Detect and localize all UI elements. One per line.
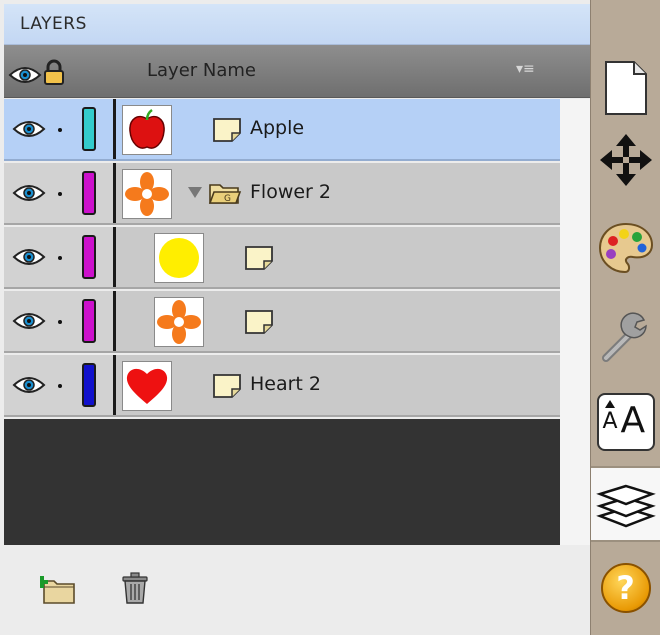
layers-panel: LAYERS Layer Name ▾≡ Apple G Flower 2 Heart…: [0, 0, 590, 635]
layer-color-swatch[interactable]: [82, 299, 96, 343]
size-up-arrow-icon: [604, 400, 615, 408]
layer-row[interactable]: Heart 2: [4, 355, 560, 417]
panel-title-bar: LAYERS: [4, 4, 590, 45]
layer-controls: [4, 99, 116, 159]
help-button[interactable]: ?: [591, 556, 660, 620]
move-arrows-icon: [599, 134, 652, 186]
eye-icon[interactable]: [8, 65, 42, 85]
toolbar-separator: [591, 540, 660, 542]
layer-color-swatch[interactable]: [82, 363, 96, 407]
new-folder-icon[interactable]: [40, 573, 78, 605]
layer-color-swatch[interactable]: [82, 235, 96, 279]
column-header: Layer Name ▾≡: [4, 45, 590, 98]
layer-row[interactable]: [4, 291, 560, 353]
layer-list-empty-area: [4, 419, 560, 545]
help-icon: ?: [600, 563, 651, 613]
layer-name[interactable]: Apple: [250, 117, 304, 139]
layer-note-icon: [244, 245, 274, 275]
layer-row[interactable]: [4, 227, 560, 289]
layer-color-swatch[interactable]: [82, 171, 96, 215]
layer-color-swatch[interactable]: [82, 107, 96, 151]
panel-title: LAYERS: [20, 14, 87, 34]
settings-wrench-button[interactable]: [591, 304, 660, 368]
layer-name[interactable]: Heart 2: [250, 373, 321, 395]
layer-name[interactable]: Flower 2: [250, 181, 331, 203]
lock-state-dot[interactable]: [58, 128, 62, 132]
layers-stack-icon: [595, 484, 656, 528]
layer-note-icon: [212, 373, 242, 403]
layer-note-icon: [244, 309, 274, 339]
text-size-button[interactable]: A A: [591, 390, 660, 454]
text-size-icon: A A: [596, 393, 655, 451]
layer-note-icon: [212, 117, 242, 147]
page-icon: [604, 61, 647, 115]
eye-icon[interactable]: [12, 247, 46, 271]
eye-icon[interactable]: [12, 119, 46, 143]
layer-thumbnail[interactable]: [122, 361, 172, 411]
help-label: ?: [616, 569, 635, 607]
header-menu-button[interactable]: ▾≡: [516, 61, 535, 77]
lock-state-dot[interactable]: [58, 192, 62, 196]
eye-icon[interactable]: [12, 311, 46, 335]
svg-text:G: G: [224, 194, 231, 204]
palette-icon: [598, 222, 653, 274]
layer-row[interactable]: G Flower 2: [4, 163, 560, 225]
lock-state-dot[interactable]: [58, 320, 62, 324]
palette-button[interactable]: [591, 216, 660, 280]
panel-footer: [4, 545, 590, 635]
lock-state-dot[interactable]: [58, 256, 62, 260]
disclosure-triangle-icon[interactable]: [188, 187, 202, 198]
trash-icon[interactable]: [120, 571, 150, 605]
move-button[interactable]: [591, 128, 660, 192]
lock-icon[interactable]: [43, 59, 65, 85]
layer-thumbnail[interactable]: [122, 169, 172, 219]
layer-controls: [4, 291, 116, 351]
layer-list-scrollbar-track[interactable]: [560, 99, 590, 545]
layers-button[interactable]: [591, 468, 660, 540]
group-folder-icon: G: [208, 181, 242, 209]
layer-controls: [4, 355, 116, 415]
lock-state-dot[interactable]: [58, 384, 62, 388]
layer-controls: [4, 227, 116, 287]
layer-thumbnail[interactable]: [154, 297, 204, 347]
layer-row[interactable]: Apple: [4, 99, 560, 161]
layer-controls: [4, 163, 116, 223]
tools-sidebar: A A ?: [590, 0, 660, 635]
layer-thumbnail[interactable]: [154, 233, 204, 283]
large-a-glyph: A: [620, 400, 646, 441]
eye-icon[interactable]: [12, 183, 46, 207]
layer-name-column-label[interactable]: Layer Name: [147, 60, 256, 81]
wrench-icon: [601, 312, 647, 362]
page-button[interactable]: [591, 56, 660, 120]
eye-icon[interactable]: [12, 375, 46, 399]
small-a-glyph: A: [602, 409, 618, 434]
layer-thumbnail[interactable]: [122, 105, 172, 155]
